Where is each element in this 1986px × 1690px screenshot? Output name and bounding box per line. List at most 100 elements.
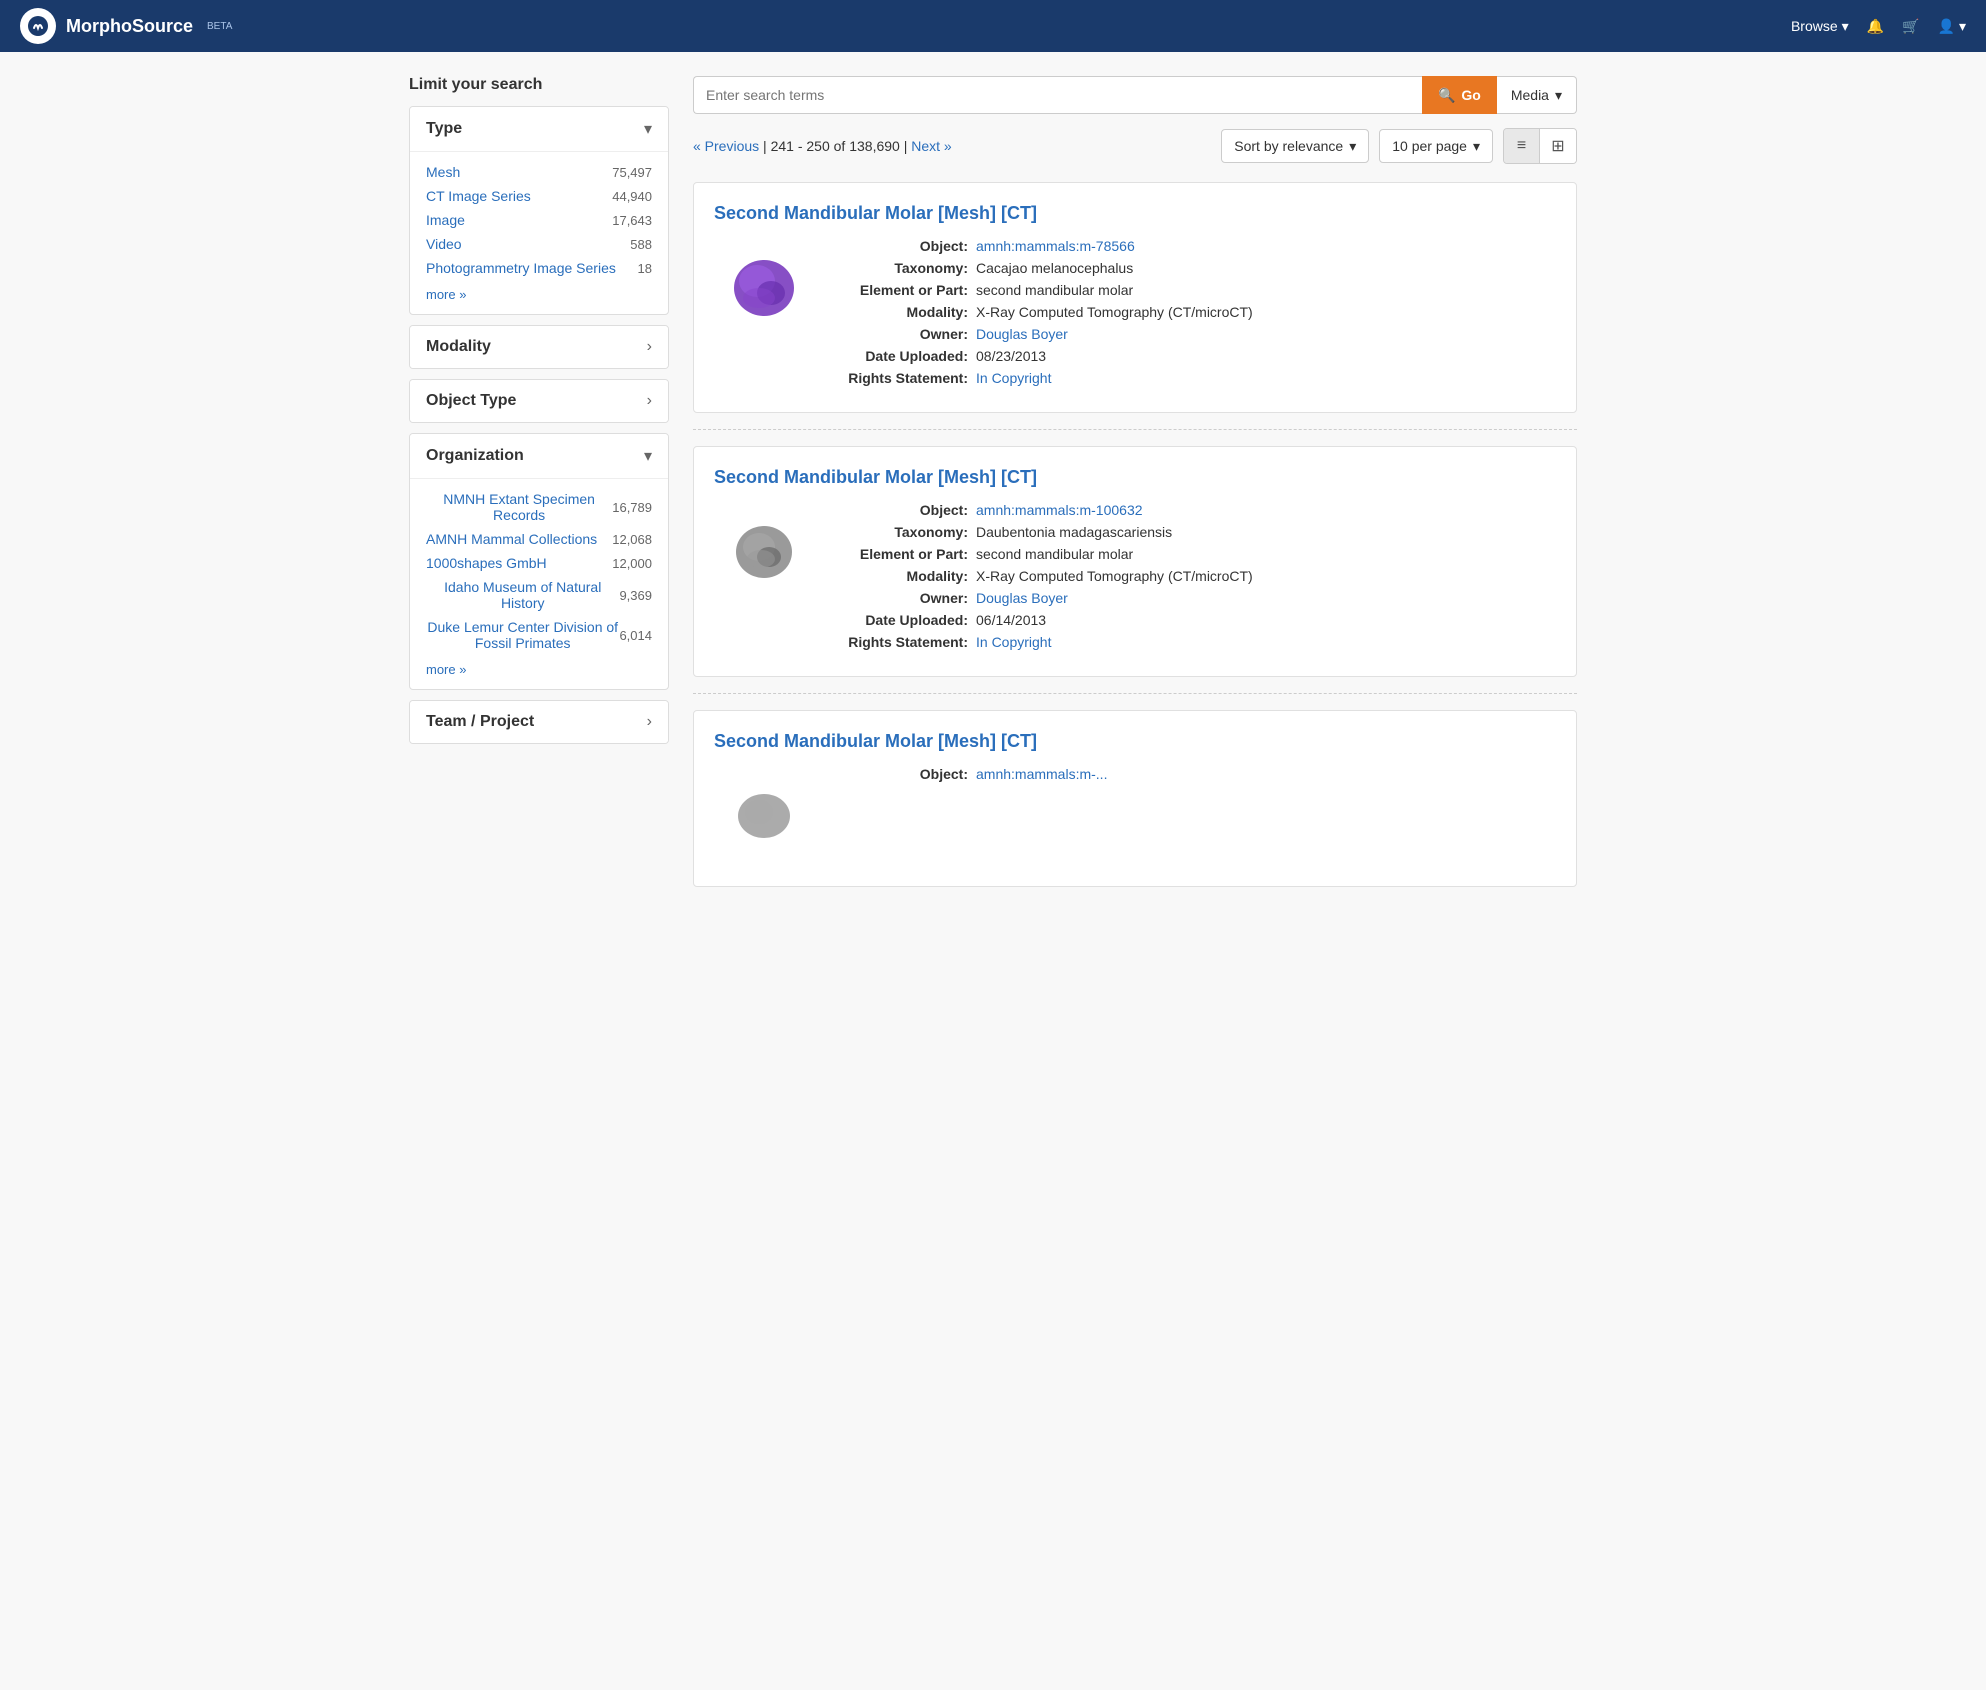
result-details-2: Object: amnh:mammals:m-100632 Taxonomy: … — [838, 502, 1556, 656]
facet-item: Photogrammetry Image Series 18 — [426, 256, 652, 280]
rights-link[interactable]: In Copyright — [976, 634, 1051, 650]
result-thumbnail-3[interactable] — [714, 766, 814, 866]
detail-row: Modality: X-Ray Computed Tomography (CT/… — [838, 304, 1556, 320]
facet-body-organization: NMNH Extant Specimen Records 16,789 AMNH… — [410, 478, 668, 689]
result-thumbnail-1[interactable] — [714, 238, 814, 338]
facet-count-idaho: 9,369 — [619, 588, 652, 603]
sort-chevron-icon: ▾ — [1349, 138, 1356, 155]
facet-item: Mesh 75,497 — [426, 160, 652, 184]
facet-item: CT Image Series 44,940 — [426, 184, 652, 208]
facet-more-org: more » — [426, 661, 652, 677]
facet-header-type[interactable]: Type ▾ — [410, 107, 668, 151]
facet-count-mesh: 75,497 — [612, 165, 652, 180]
detail-label: Owner: — [838, 326, 968, 342]
pagination-info: « Previous | 241 - 250 of 138,690 | Next… — [693, 138, 952, 154]
grid-view-icon: ⊞ — [1551, 136, 1564, 156]
result-title-2[interactable]: Second Mandibular Molar [Mesh] [CT] — [714, 467, 1556, 488]
facet-more-link-org[interactable]: more » — [426, 662, 466, 677]
user-chevron-icon: ▾ — [1959, 18, 1966, 35]
pagination-of: of — [834, 138, 850, 154]
facet-link-mesh[interactable]: Mesh — [426, 164, 460, 180]
facet-more-link-type[interactable]: more » — [426, 287, 466, 302]
result-title-1[interactable]: Second Mandibular Molar [Mesh] [CT] — [714, 203, 1556, 224]
rights-link[interactable]: In Copyright — [976, 370, 1051, 386]
user-menu[interactable]: 👤 ▾ — [1938, 18, 1966, 35]
detail-label: Element or Part: — [838, 546, 968, 562]
owner-link[interactable]: Douglas Boyer — [976, 590, 1068, 606]
previous-link[interactable]: « Previous — [693, 138, 759, 154]
logo — [20, 8, 56, 44]
object-link[interactable]: amnh:mammals:m-100632 — [976, 502, 1143, 518]
media-chevron-icon: ▾ — [1555, 87, 1562, 104]
facet-link-amnh[interactable]: AMNH Mammal Collections — [426, 531, 597, 547]
grid-view-button[interactable]: ⊞ — [1540, 129, 1576, 163]
detail-value: 06/14/2013 — [976, 612, 1046, 628]
per-page-label: 10 per page — [1392, 138, 1467, 154]
facet-link-duke[interactable]: Duke Lemur Center Division of Fossil Pri… — [426, 619, 619, 651]
detail-label: Object: — [838, 238, 968, 254]
result-body-2: Object: amnh:mammals:m-100632 Taxonomy: … — [714, 502, 1556, 656]
detail-value: Douglas Boyer — [976, 326, 1068, 342]
facet-link-video[interactable]: Video — [426, 236, 462, 252]
facet-chevron-modality: › — [647, 338, 652, 356]
facet-section-type: Type ▾ Mesh 75,497 CT Image Series 44,94… — [409, 106, 669, 315]
main-content: 🔍 Go Media ▾ « Previous | 241 - 250 of 1… — [693, 76, 1577, 903]
facet-section-object-type: Object Type › — [409, 379, 669, 423]
search-input[interactable] — [693, 76, 1422, 114]
detail-value: Cacajao melanocephalus — [976, 260, 1133, 276]
facet-count-image: 17,643 — [612, 213, 652, 228]
facet-link-nmnh[interactable]: NMNH Extant Specimen Records — [426, 491, 612, 523]
facet-count-ct-image-series: 44,940 — [612, 189, 652, 204]
detail-value: Douglas Boyer — [976, 590, 1068, 606]
search-bar: 🔍 Go Media ▾ — [693, 76, 1577, 114]
detail-value: 08/23/2013 — [976, 348, 1046, 364]
result-title-3[interactable]: Second Mandibular Molar [Mesh] [CT] — [714, 731, 1556, 752]
detail-label: Rights Statement: — [838, 634, 968, 650]
thumbnail-image-3 — [719, 786, 809, 846]
notification-icon[interactable]: 🔔 — [1867, 18, 1884, 35]
result-item: Second Mandibular Molar [Mesh] [CT] Obje… — [693, 710, 1577, 887]
object-link[interactable]: amnh:mammals:m-... — [976, 766, 1107, 782]
detail-value: Daubentonia madagascariensis — [976, 524, 1172, 540]
facet-header-team-project[interactable]: Team / Project › — [410, 701, 668, 743]
browse-menu[interactable]: Browse ▾ — [1791, 18, 1849, 35]
next-link[interactable]: Next » — [911, 138, 951, 154]
facet-header-object-type[interactable]: Object Type › — [410, 380, 668, 422]
facet-link-1000shapes[interactable]: 1000shapes GmbH — [426, 555, 547, 571]
sort-dropdown[interactable]: Sort by relevance ▾ — [1221, 129, 1369, 163]
object-link[interactable]: amnh:mammals:m-78566 — [976, 238, 1135, 254]
detail-label: Modality: — [838, 304, 968, 320]
list-view-button[interactable]: ≡ — [1504, 129, 1540, 163]
result-details-1: Object: amnh:mammals:m-78566 Taxonomy: C… — [838, 238, 1556, 392]
search-go-button[interactable]: 🔍 Go — [1422, 76, 1497, 114]
list-view-icon: ≡ — [1517, 137, 1526, 155]
result-item: Second Mandibular Molar [Mesh] [CT] Obje… — [693, 446, 1577, 677]
facet-item: Idaho Museum of Natural History 9,369 — [426, 575, 652, 615]
result-divider — [693, 429, 1577, 430]
facet-link-photogrammetry[interactable]: Photogrammetry Image Series — [426, 260, 616, 276]
detail-value: amnh:mammals:m-... — [976, 766, 1107, 782]
detail-row: Owner: Douglas Boyer — [838, 326, 1556, 342]
facet-section-modality: Modality › — [409, 325, 669, 369]
facet-item: NMNH Extant Specimen Records 16,789 — [426, 487, 652, 527]
detail-row: Rights Statement: In Copyright — [838, 634, 1556, 650]
cart-icon[interactable]: 🛒 — [1902, 18, 1919, 35]
result-thumbnail-2[interactable] — [714, 502, 814, 602]
owner-link[interactable]: Douglas Boyer — [976, 326, 1068, 342]
thumbnail-image-1 — [719, 243, 809, 333]
detail-label: Date Uploaded: — [838, 612, 968, 628]
pagination-bar: « Previous | 241 - 250 of 138,690 | Next… — [693, 128, 1577, 164]
facet-header-organization[interactable]: Organization ▾ — [410, 434, 668, 478]
facet-chevron-team-project: › — [647, 713, 652, 731]
facet-link-ct-image-series[interactable]: CT Image Series — [426, 188, 531, 204]
detail-label: Owner: — [838, 590, 968, 606]
detail-label: Taxonomy: — [838, 524, 968, 540]
media-dropdown[interactable]: Media ▾ — [1497, 76, 1577, 114]
facet-body-type: Mesh 75,497 CT Image Series 44,940 Image… — [410, 151, 668, 314]
per-page-dropdown[interactable]: 10 per page ▾ — [1379, 129, 1493, 163]
facet-header-modality[interactable]: Modality › — [410, 326, 668, 368]
facet-link-image[interactable]: Image — [426, 212, 465, 228]
brand-link[interactable]: MorphoSource BETA — [20, 8, 232, 44]
detail-label: Element or Part: — [838, 282, 968, 298]
facet-link-idaho[interactable]: Idaho Museum of Natural History — [426, 579, 619, 611]
